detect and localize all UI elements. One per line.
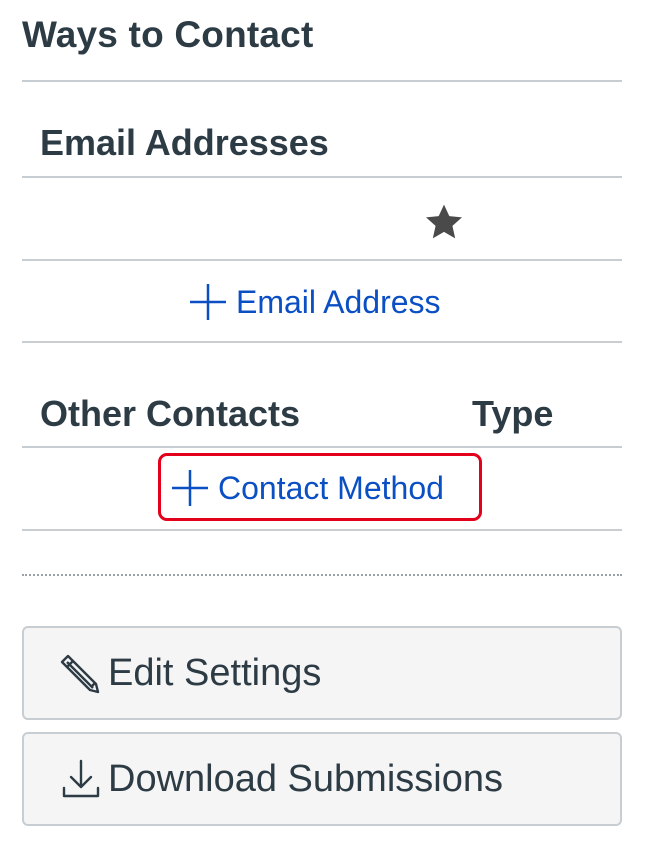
plus-icon <box>186 280 230 324</box>
email-heading-divider <box>22 176 622 178</box>
star-icon[interactable] <box>422 200 466 244</box>
add-contact-method-link[interactable]: Contact Method <box>168 466 444 510</box>
dotted-divider <box>22 574 622 576</box>
add-email-address-label: Email Address <box>236 283 441 320</box>
ways-to-contact-panel: Ways to Contact Email Addresses Email Ad… <box>0 0 664 842</box>
add-contact-method-label: Contact Method <box>218 469 444 506</box>
email-addresses-heading: Email Addresses <box>40 122 329 163</box>
download-submissions-label: Download Submissions <box>108 757 503 800</box>
email-row-divider <box>22 259 622 261</box>
type-column-heading: Type <box>472 393 554 434</box>
edit-settings-label: Edit Settings <box>108 651 322 694</box>
other-contacts-divider <box>22 446 622 448</box>
page-title: Ways to Contact <box>22 14 314 55</box>
other-contacts-heading: Other Contacts <box>40 393 301 434</box>
contact-method-divider <box>22 529 622 531</box>
download-submissions-button[interactable]: Download Submissions <box>22 732 622 826</box>
email-address-row <box>22 180 622 260</box>
download-icon <box>58 756 104 802</box>
edit-settings-button[interactable]: Edit Settings <box>22 626 622 720</box>
title-divider <box>22 80 622 82</box>
add-email-divider <box>22 341 622 343</box>
pencil-icon <box>58 650 104 696</box>
add-email-address-link[interactable]: Email Address <box>186 280 441 324</box>
plus-icon <box>168 466 212 510</box>
